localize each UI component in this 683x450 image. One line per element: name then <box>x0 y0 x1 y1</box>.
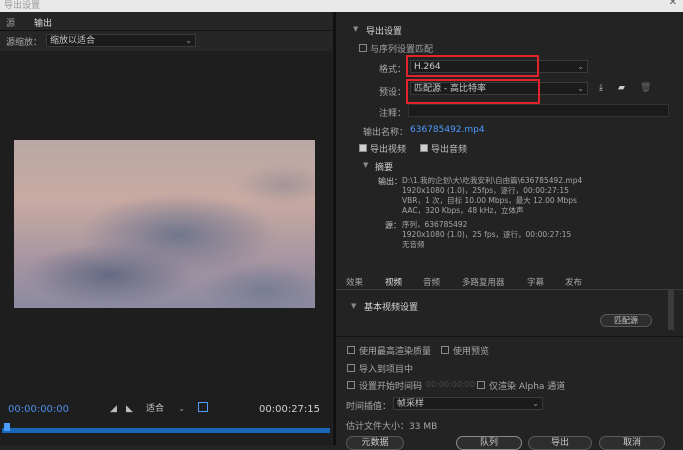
source-scaling-dropdown[interactable]: 缩放以适合 ⌄ <box>46 34 196 47</box>
export-video-checkbox[interactable] <box>359 144 367 152</box>
queue-button[interactable]: 队列 <box>456 436 522 450</box>
video-preview <box>14 140 315 308</box>
preset-label: 预设： <box>379 88 407 98</box>
format-highlight-box <box>406 55 539 77</box>
summary-source-line: 序列，636785492 <box>402 220 468 229</box>
summary-collapse-icon[interactable]: ▼ <box>363 161 368 169</box>
metadata-button[interactable]: 元数据 <box>346 436 404 450</box>
tab-source[interactable]: 源 <box>6 16 15 29</box>
tab-video[interactable]: 视频 <box>385 276 402 288</box>
summary-source-label: 源： <box>385 221 401 230</box>
match-source-button[interactable]: 匹配源 <box>600 314 652 327</box>
summary-title: 摘要 <box>375 163 394 173</box>
render-alpha-only-label: 仅渲染 Alpha 通道 <box>489 382 566 392</box>
summary-source-details: 序列，636785492 1920x1080 (1.0)，25 fps，逐行，0… <box>402 220 672 250</box>
section-title-export-settings: 导出设置 <box>366 27 403 37</box>
options-divider <box>336 336 683 337</box>
save-preset-icon[interactable]: ⤓ <box>599 83 603 93</box>
collapse-icon[interactable]: ▼ <box>353 25 358 33</box>
summary-output-line: D:\1.我的企划\大\吃我安利\自由篇\636785492.mp4 <box>402 176 583 185</box>
aspect-ratio-icon[interactable] <box>198 402 208 412</box>
import-preset-icon[interactable]: ▰ <box>618 83 625 93</box>
summary-source-line: 1920x1080 (1.0)，25 fps，逐行，00:00:27:15 <box>402 230 572 239</box>
export-button[interactable]: 导出 <box>528 436 592 450</box>
chevron-down-icon: ⌄ <box>178 404 185 413</box>
import-into-project-label: 导入到项目中 <box>359 365 414 375</box>
tab-captions[interactable]: 字幕 <box>527 276 544 288</box>
tab-output[interactable]: 输出 <box>34 16 53 32</box>
preview-tabs: 源 输出 <box>0 12 332 32</box>
zoom-fit-dropdown[interactable]: 适合 ⌄ <box>143 403 188 416</box>
timecode-end: 00:00:27:15 <box>259 404 321 415</box>
time-interpolation-label: 时间插值： <box>346 402 392 412</box>
timeline-bar[interactable] <box>2 428 330 433</box>
time-interpolation-value: 帧采样 <box>397 399 425 409</box>
preset-highlight-box <box>406 79 540 104</box>
set-start-timecode-checkbox[interactable] <box>347 381 355 389</box>
export-audio-checkbox[interactable] <box>420 144 428 152</box>
summary-output-details: D:\1.我的企划\大\吃我安利\自由篇\636785492.mp4 1920x… <box>402 176 672 216</box>
window-titlebar: 导出设置 ✕ <box>0 0 683 12</box>
mark-out-icon[interactable]: ◣ <box>126 404 133 414</box>
delete-preset-icon[interactable]: 🗑 <box>640 83 651 93</box>
output-name-link[interactable]: 636785492.mp4 <box>410 125 485 135</box>
time-interpolation-dropdown[interactable]: 帧采样 ⌄ <box>393 397 543 410</box>
source-scaling-value: 缩放以适合 <box>50 36 96 46</box>
comment-input[interactable] <box>408 104 669 117</box>
max-render-quality-label: 使用最高渲染质量 <box>359 347 432 357</box>
chevron-down-icon: ⌄ <box>577 62 584 71</box>
max-render-quality-checkbox[interactable] <box>347 346 355 354</box>
format-label: 格式： <box>379 65 407 75</box>
export-audio-label: 导出音频 <box>431 145 468 155</box>
zoom-fit-value: 适合 <box>146 404 165 414</box>
output-name-label: 输出名称： <box>363 128 409 138</box>
match-sequence-label: 与序列设置匹配 <box>370 45 434 55</box>
mark-in-icon[interactable]: ◢ <box>110 404 117 414</box>
tab-publish[interactable]: 发布 <box>565 276 582 288</box>
import-into-project-checkbox[interactable] <box>347 364 355 372</box>
window-title: 导出设置 <box>4 1 41 11</box>
source-scaling-label: 源缩放： <box>6 38 43 48</box>
chevron-down-icon: ⌄ <box>185 36 192 45</box>
basic-video-collapse-icon[interactable]: ▼ <box>351 302 356 310</box>
summary-source-line: 无音频 <box>402 240 425 249</box>
use-previews-label: 使用预览 <box>453 347 490 357</box>
comment-label: 注释： <box>379 109 407 119</box>
source-scaling-row: 源缩放： 缩放以适合 ⌄ <box>0 31 332 51</box>
timecode-start[interactable]: 00:00:00:00 <box>8 404 69 415</box>
summary-output-label: 输出： <box>378 177 402 186</box>
playhead[interactable] <box>4 423 10 431</box>
render-alpha-only-checkbox[interactable] <box>477 381 485 389</box>
summary-output-line: VBR，1 次，目标 10.00 Mbps，最大 12.00 Mbps <box>402 196 577 205</box>
summary-output-line: AAC，320 Kbps，48 kHz，立体声 <box>402 206 524 215</box>
match-sequence-checkbox[interactable] <box>359 44 367 52</box>
chevron-down-icon: ⌄ <box>532 399 539 408</box>
export-video-label: 导出视频 <box>370 145 407 155</box>
settings-scrollbar[interactable] <box>668 290 674 330</box>
use-previews-checkbox[interactable] <box>441 346 449 354</box>
summary-output-line: 1920x1080 (1.0)，25fps，逐行，00:00:27:15 <box>402 186 569 195</box>
set-start-timecode-label: 设置开始时间码 <box>359 382 423 392</box>
cancel-button[interactable]: 取消 <box>599 436 665 450</box>
estimated-file-size: 估计文件大小：33 MB <box>346 422 438 432</box>
close-icon[interactable]: ✕ <box>669 0 677 8</box>
tab-audio[interactable]: 音频 <box>423 276 440 288</box>
tab-effects[interactable]: 效果 <box>346 276 363 288</box>
basic-video-settings-title: 基本视频设置 <box>364 303 419 313</box>
tab-multiplexer[interactable]: 多路复用器 <box>462 276 505 288</box>
chevron-down-icon: ⌄ <box>577 84 584 93</box>
start-timecode-value: 00:00:00:00 <box>426 380 475 389</box>
